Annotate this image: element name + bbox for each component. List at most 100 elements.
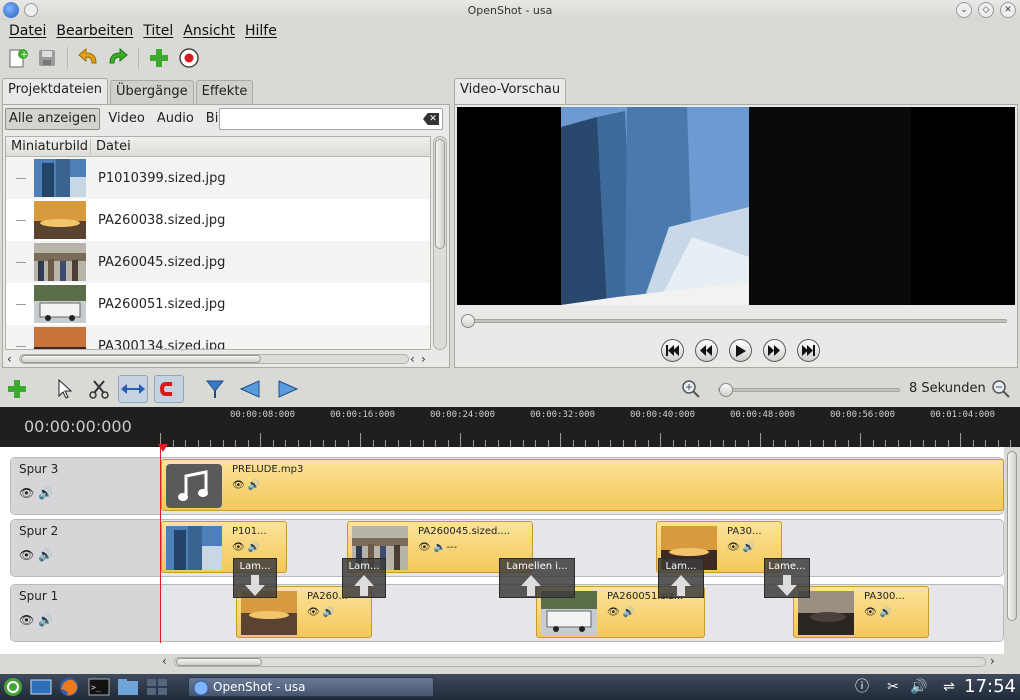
svg-text:+: + bbox=[20, 50, 28, 60]
zoom-in-button[interactable] bbox=[676, 375, 706, 403]
ruler-label: 00:00:16:000 bbox=[330, 410, 396, 420]
file-list-vscroll[interactable] bbox=[433, 136, 447, 350]
zoom-slider[interactable] bbox=[718, 383, 900, 397]
close-button[interactable]: ✕ bbox=[1000, 2, 1016, 18]
clip-icons[interactable]: 👁 🔊 bbox=[607, 607, 635, 618]
select-tool-button[interactable] bbox=[50, 375, 80, 403]
file-row[interactable]: PA300134.sized.jpg bbox=[6, 325, 430, 349]
klipper-icon[interactable]: ✂ bbox=[884, 678, 902, 696]
clip-icons[interactable]: 👁 🔊 bbox=[307, 607, 335, 618]
zoom-knob[interactable] bbox=[719, 383, 733, 397]
file-row[interactable]: PA260045.sized.jpg bbox=[6, 241, 430, 283]
tab-video-preview[interactable]: Video-Vorschau bbox=[454, 78, 567, 104]
scroll-handle[interactable] bbox=[435, 139, 445, 249]
clip-icons[interactable]: 👁 🔈--- bbox=[418, 542, 457, 553]
filter-all-button[interactable]: Alle anzeigen bbox=[5, 108, 101, 130]
search-input[interactable] bbox=[224, 109, 414, 129]
jump-start-button[interactable] bbox=[660, 339, 684, 362]
add-track-button[interactable] bbox=[2, 375, 32, 403]
fast-forward-button[interactable] bbox=[762, 339, 786, 362]
redo-button[interactable] bbox=[105, 45, 131, 71]
task-openshot[interactable]: OpenShot - usa bbox=[188, 677, 434, 697]
info-icon[interactable]: ⓘ bbox=[853, 678, 871, 696]
menu-bearbeiten[interactable]: Bearbeiten bbox=[51, 23, 138, 39]
previous-marker-button[interactable] bbox=[236, 375, 266, 403]
transition[interactable]: Lamellen i... bbox=[499, 558, 575, 598]
scroll-right-icon[interactable]: › bbox=[990, 654, 995, 668]
maximize-button[interactable]: ◇ bbox=[978, 2, 994, 18]
transition[interactable]: Lam... bbox=[342, 558, 386, 598]
menu-datei[interactable]: Datei bbox=[4, 23, 51, 39]
rewind-button[interactable] bbox=[694, 339, 718, 362]
track-visibility-audio-icons[interactable]: 👁 🔊 bbox=[19, 613, 53, 627]
seek-knob[interactable] bbox=[461, 314, 475, 328]
scroll-track[interactable] bbox=[19, 354, 409, 364]
menu-ansicht[interactable]: Ansicht bbox=[178, 23, 240, 39]
kde-menu-icon[interactable] bbox=[2, 677, 24, 697]
add-file-button[interactable] bbox=[146, 45, 172, 71]
app-icon[interactable] bbox=[3, 2, 19, 18]
clip-icons[interactable]: 👁 🔊 bbox=[864, 607, 892, 618]
undo-button[interactable] bbox=[75, 45, 101, 71]
desktop-icon[interactable] bbox=[30, 677, 52, 697]
save-button[interactable] bbox=[34, 45, 60, 71]
jump-end-button[interactable] bbox=[796, 339, 820, 362]
filter-video-button[interactable]: Video bbox=[104, 108, 148, 130]
record-button[interactable] bbox=[176, 45, 202, 71]
track-visibility-audio-icons[interactable]: 👁 🔊 bbox=[19, 486, 53, 500]
razor-tool-button[interactable] bbox=[84, 375, 114, 403]
column-file[interactable]: Datei bbox=[91, 139, 136, 154]
scroll-left-icon[interactable]: ‹ bbox=[162, 654, 167, 668]
timeline-hscroll[interactable]: ‹ › bbox=[160, 654, 1000, 669]
timeline-vscroll[interactable] bbox=[1004, 447, 1020, 654]
clip-icons[interactable]: 👁 🔊 bbox=[727, 542, 755, 553]
clip[interactable]: PRELUDE.mp3 👁 🔊 bbox=[161, 459, 1004, 511]
ruler-label: 00:01:04:000 bbox=[930, 410, 996, 420]
snapping-button[interactable] bbox=[154, 375, 184, 403]
scroll-right-icon[interactable]: › bbox=[421, 352, 426, 366]
tab-effekte[interactable]: Effekte bbox=[195, 80, 254, 104]
resize-tool-button[interactable] bbox=[118, 375, 148, 403]
minimize-button[interactable]: ⌄ bbox=[956, 2, 972, 18]
seek-slider[interactable] bbox=[461, 314, 1007, 328]
scroll-handle[interactable] bbox=[176, 658, 262, 666]
play-button[interactable] bbox=[728, 339, 752, 362]
filter-audio-button[interactable]: Audio bbox=[153, 108, 198, 130]
redo-icon bbox=[109, 47, 128, 64]
new-project-button[interactable]: + bbox=[4, 45, 30, 71]
timeline-ruler[interactable]: 00:00:00:000 00:00:08:000 00:00:16:000 0… bbox=[0, 407, 1020, 447]
playhead-line[interactable] bbox=[160, 447, 161, 643]
tab-uebergaenge[interactable]: Übergänge bbox=[110, 80, 194, 104]
file-list-hscroll[interactable]: ‹ ‹ › bbox=[5, 352, 431, 366]
volume-icon[interactable]: 🔊 bbox=[910, 678, 928, 696]
file-row[interactable]: P1010399.sized.jpg bbox=[6, 157, 430, 199]
file-row[interactable]: PA260038.sized.jpg bbox=[6, 199, 430, 241]
firefox-icon[interactable] bbox=[58, 677, 80, 697]
scroll-left-icon[interactable]: ‹ bbox=[7, 352, 12, 366]
file-row[interactable]: PA260051.sized.jpg bbox=[6, 283, 430, 325]
file-manager-icon[interactable] bbox=[117, 677, 139, 697]
add-marker-button[interactable] bbox=[200, 375, 230, 403]
menu-hilfe[interactable]: Hilfe bbox=[240, 23, 282, 39]
menu-titel[interactable]: Titel bbox=[138, 23, 178, 39]
clip-icons[interactable]: 👁 🔊 bbox=[232, 480, 260, 491]
scroll-left-icon[interactable]: ‹ bbox=[410, 352, 415, 366]
terminal-icon[interactable]: >_ bbox=[88, 677, 110, 697]
transition[interactable]: Lame... bbox=[764, 558, 810, 598]
zoom-out-button[interactable] bbox=[986, 375, 1016, 403]
scroll-handle[interactable] bbox=[1007, 451, 1017, 621]
network-icon[interactable]: ⇌ bbox=[940, 678, 958, 696]
scroll-track[interactable] bbox=[174, 657, 986, 667]
sticky-button[interactable] bbox=[24, 3, 38, 17]
clip[interactable]: PA300... 👁 🔊 bbox=[793, 586, 929, 638]
transition[interactable]: Lam... bbox=[233, 558, 277, 598]
transition[interactable]: Lam... bbox=[658, 558, 704, 598]
pager-icon[interactable] bbox=[146, 677, 168, 697]
next-marker-button[interactable] bbox=[272, 375, 302, 403]
column-thumbnail[interactable]: Miniaturbild bbox=[6, 139, 91, 154]
scroll-handle[interactable] bbox=[21, 355, 261, 363]
clip-icons[interactable]: 👁 🔊 bbox=[232, 542, 260, 553]
clear-search-icon[interactable]: ✕ bbox=[423, 113, 439, 125]
tab-projektdateien[interactable]: Projektdateien bbox=[2, 78, 109, 104]
track-visibility-audio-icons[interactable]: 👁 🔊 bbox=[19, 548, 53, 562]
